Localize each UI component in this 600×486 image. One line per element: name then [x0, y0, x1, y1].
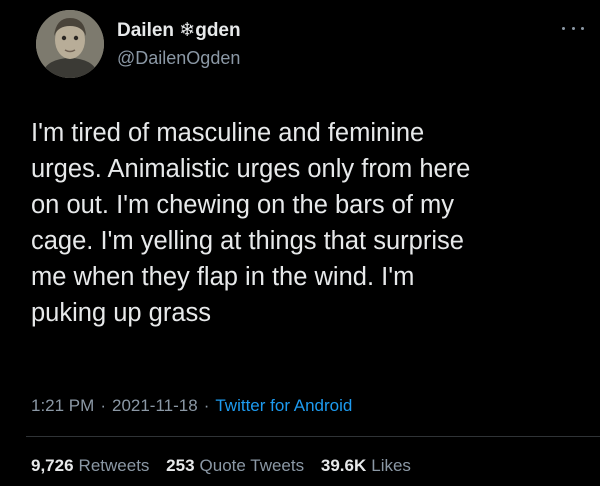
- author-display-name[interactable]: Dailen ❄gden: [117, 19, 241, 42]
- more-dot: [581, 26, 584, 30]
- tweet-text-line: puking up grass: [31, 299, 212, 327]
- likes-label: Likes: [371, 456, 411, 475]
- retweets-count: 9,726: [31, 456, 74, 475]
- tweet-metadata: 1:21 PM · 2021-11-18 · Twitter for Android: [31, 396, 352, 416]
- tweet-source-link[interactable]: Twitter for Android: [215, 396, 352, 415]
- retweets-stat[interactable]: 9,726 Retweets: [31, 456, 149, 475]
- tweet-text-line: on out. I'm chewing on the bars of my: [31, 191, 455, 219]
- tweet-date[interactable]: 2021-11-18: [112, 396, 198, 415]
- tweet-text-line: cage. I'm yelling at things that surpris…: [31, 227, 464, 255]
- divider: [26, 436, 600, 437]
- likes-count: 39.6K: [320, 456, 367, 475]
- engagement-stats: 9,726 Retweets 253 Quote Tweets 39.6K Likes: [31, 456, 423, 476]
- author-handle[interactable]: @DailenOgden: [117, 48, 240, 69]
- tweet-card: Dailen ❄gden @DailenOgden I'm tired of m…: [0, 0, 600, 486]
- quote-tweets-label: Quote Tweets: [199, 456, 305, 475]
- likes-stat[interactable]: 39.6K Likes: [321, 456, 411, 475]
- tweet-text: I'm tired of masculine and feminine urge…: [31, 115, 576, 331]
- more-dot: [562, 26, 565, 30]
- quote-tweets-count: 253: [166, 456, 195, 475]
- tweet-text-line: I'm tired of masculine and feminine: [31, 119, 425, 147]
- more-options-icon[interactable]: [562, 22, 584, 34]
- avatar-image: [36, 10, 104, 78]
- tweet-text-line: urges. Animalistic urges only from here: [31, 155, 471, 183]
- tweet-time[interactable]: 1:21 PM: [31, 396, 94, 415]
- tweet-text-line: me when they flap in the wind. I'm: [31, 263, 415, 291]
- separator: ·: [203, 396, 210, 415]
- quote-tweets-stat[interactable]: 253 Quote Tweets: [166, 456, 304, 475]
- retweets-label: Retweets: [78, 456, 150, 475]
- more-dot: [571, 26, 575, 30]
- avatar[interactable]: [36, 10, 104, 78]
- separator: ·: [100, 396, 106, 415]
